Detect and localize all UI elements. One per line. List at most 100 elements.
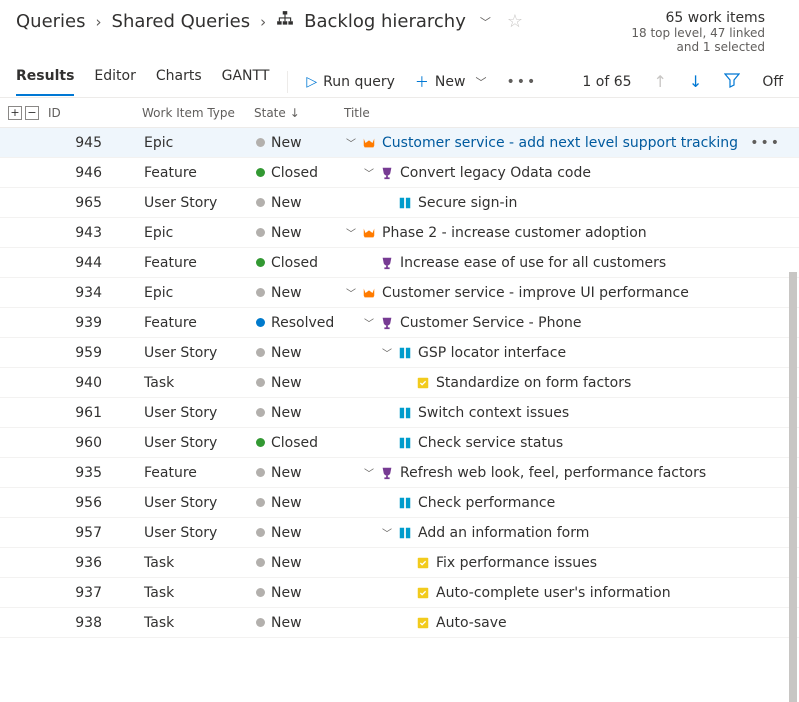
cell-type: User Story xyxy=(144,195,256,211)
cell-id: 940 xyxy=(44,375,144,391)
state-dot-icon xyxy=(256,468,265,477)
state-dot-icon xyxy=(256,168,265,177)
collapse-all-icon[interactable]: − xyxy=(25,106,39,120)
tab-gantt[interactable]: GANTT xyxy=(222,68,270,96)
chevron-right-icon: › xyxy=(96,13,102,31)
expand-twisty-icon[interactable]: ﹀ xyxy=(346,285,356,300)
scrollbar[interactable] xyxy=(789,272,797,702)
work-item-title[interactable]: Auto-complete user's information xyxy=(436,585,671,601)
cell-type: Task xyxy=(144,585,256,601)
column-state[interactable]: State↓ xyxy=(254,106,344,120)
work-item-title[interactable]: Refresh web look, feel, performance fact… xyxy=(400,465,706,481)
table-row[interactable]: 956User StoryNewCheck performance xyxy=(0,488,799,518)
table-row[interactable]: 943EpicNew﹀Phase 2 - increase customer a… xyxy=(0,218,799,248)
more-actions-button[interactable]: ••• xyxy=(506,74,537,90)
table-row[interactable]: 946FeatureClosed﹀Convert legacy Odata co… xyxy=(0,158,799,188)
cell-id: 935 xyxy=(44,465,144,481)
work-item-title[interactable]: Switch context issues xyxy=(418,405,569,421)
expand-twisty-icon[interactable]: ﹀ xyxy=(364,315,374,330)
cell-id: 965 xyxy=(44,195,144,211)
table-row[interactable]: 938TaskNewAuto-save xyxy=(0,608,799,638)
table-row[interactable]: 937TaskNewAuto-complete user's informati… xyxy=(0,578,799,608)
table-row[interactable]: 944FeatureClosedIncrease ease of use for… xyxy=(0,248,799,278)
table-row[interactable]: 935FeatureNew﹀Refresh web look, feel, pe… xyxy=(0,458,799,488)
work-item-title[interactable]: Customer service - add next level suppor… xyxy=(382,135,738,151)
work-item-title[interactable]: Check service status xyxy=(418,435,563,451)
state-dot-icon xyxy=(256,378,265,387)
table-row[interactable]: 939FeatureResolved﹀Customer Service - Ph… xyxy=(0,308,799,338)
epic-icon xyxy=(362,286,376,300)
expand-all-icon[interactable]: + xyxy=(8,106,22,120)
chevron-down-icon[interactable]: ﹀ xyxy=(480,14,491,30)
table-row[interactable]: 965User StoryNewSecure sign-in xyxy=(0,188,799,218)
column-title[interactable]: Title xyxy=(344,106,799,120)
cell-type: Feature xyxy=(144,255,256,271)
expand-twisty-icon[interactable]: ﹀ xyxy=(346,225,356,240)
state-dot-icon xyxy=(256,438,265,447)
cell-state: New xyxy=(256,585,346,601)
plus-icon: ＋ xyxy=(415,72,429,92)
run-query-button[interactable]: ▷ Run query xyxy=(306,74,395,90)
expand-twisty-icon[interactable]: ﹀ xyxy=(364,465,374,480)
table-row[interactable]: 961User StoryNewSwitch context issues xyxy=(0,398,799,428)
column-id[interactable]: ID xyxy=(42,106,142,120)
state-dot-icon xyxy=(256,318,265,327)
state-dot-icon xyxy=(256,588,265,597)
feature-icon xyxy=(380,166,394,180)
cell-state: New xyxy=(256,615,346,631)
work-item-title[interactable]: Customer service - improve UI performanc… xyxy=(382,285,689,301)
favorite-star-icon[interactable]: ☆ xyxy=(507,11,523,32)
table-row[interactable]: 945EpicNew﹀Customer service - add next l… xyxy=(0,128,799,158)
state-dot-icon xyxy=(256,228,265,237)
story-icon xyxy=(398,196,412,210)
cell-title: ﹀ Refresh web look, feel, performance fac… xyxy=(346,465,799,481)
toggle-off[interactable]: Off xyxy=(762,74,783,90)
cell-title: Auto-save xyxy=(346,615,799,631)
new-button[interactable]: ＋ New ﹀ xyxy=(415,72,487,92)
work-item-title[interactable]: Standardize on form factors xyxy=(436,375,631,391)
cell-id: 946 xyxy=(44,165,144,181)
arrow-up-icon[interactable]: ↑ xyxy=(654,72,667,91)
work-item-title[interactable]: Auto-save xyxy=(436,615,507,631)
breadcrumb-queries[interactable]: Queries xyxy=(16,11,86,32)
work-item-title[interactable]: GSP locator interface xyxy=(418,345,566,361)
work-item-title[interactable]: Fix performance issues xyxy=(436,555,597,571)
table-row[interactable]: 959User StoryNew﹀GSP locator interface xyxy=(0,338,799,368)
filter-funnel-icon[interactable] xyxy=(724,72,740,92)
tabs: Results Editor Charts GANTT xyxy=(16,68,269,96)
work-item-title[interactable]: Customer Service - Phone xyxy=(400,315,582,331)
separator xyxy=(287,71,288,93)
row-actions-icon[interactable]: ••• xyxy=(750,135,781,151)
expand-twisty-icon[interactable]: ﹀ xyxy=(382,345,392,360)
table-row[interactable]: 934EpicNew﹀Customer service - improve UI… xyxy=(0,278,799,308)
cell-id: 961 xyxy=(44,405,144,421)
table-row[interactable]: 957User StoryNew﹀Add an information form xyxy=(0,518,799,548)
tab-results[interactable]: Results xyxy=(16,68,74,96)
cell-state: Closed xyxy=(256,165,346,181)
work-item-title[interactable]: Add an information form xyxy=(418,525,589,541)
work-item-title[interactable]: Phase 2 - increase customer adoption xyxy=(382,225,647,241)
cell-state: New xyxy=(256,285,346,301)
state-dot-icon xyxy=(256,138,265,147)
work-item-title[interactable]: Check performance xyxy=(418,495,555,511)
arrow-down-icon[interactable]: ↓ xyxy=(689,72,702,91)
work-item-count: 65 work items xyxy=(631,10,765,26)
tab-editor[interactable]: Editor xyxy=(94,68,135,96)
task-icon xyxy=(416,616,430,630)
work-item-title[interactable]: Increase ease of use for all customers xyxy=(400,255,666,271)
cell-state: Closed xyxy=(256,255,346,271)
expand-twisty-icon[interactable]: ﹀ xyxy=(346,135,356,150)
cell-title: ﹀ Convert legacy Odata code xyxy=(346,165,799,181)
table-row[interactable]: 940TaskNewStandardize on form factors xyxy=(0,368,799,398)
expand-twisty-icon[interactable]: ﹀ xyxy=(382,525,392,540)
table-row[interactable]: 936TaskNewFix performance issues xyxy=(0,548,799,578)
state-dot-icon xyxy=(256,618,265,627)
work-item-title[interactable]: Secure sign-in xyxy=(418,195,517,211)
tab-charts[interactable]: Charts xyxy=(156,68,202,96)
breadcrumb-shared[interactable]: Shared Queries xyxy=(112,11,251,32)
work-item-title[interactable]: Convert legacy Odata code xyxy=(400,165,591,181)
cell-title: Auto-complete user's information xyxy=(346,585,799,601)
column-type[interactable]: Work Item Type xyxy=(142,106,254,120)
expand-twisty-icon[interactable]: ﹀ xyxy=(364,165,374,180)
table-row[interactable]: 960User StoryClosedCheck service status xyxy=(0,428,799,458)
